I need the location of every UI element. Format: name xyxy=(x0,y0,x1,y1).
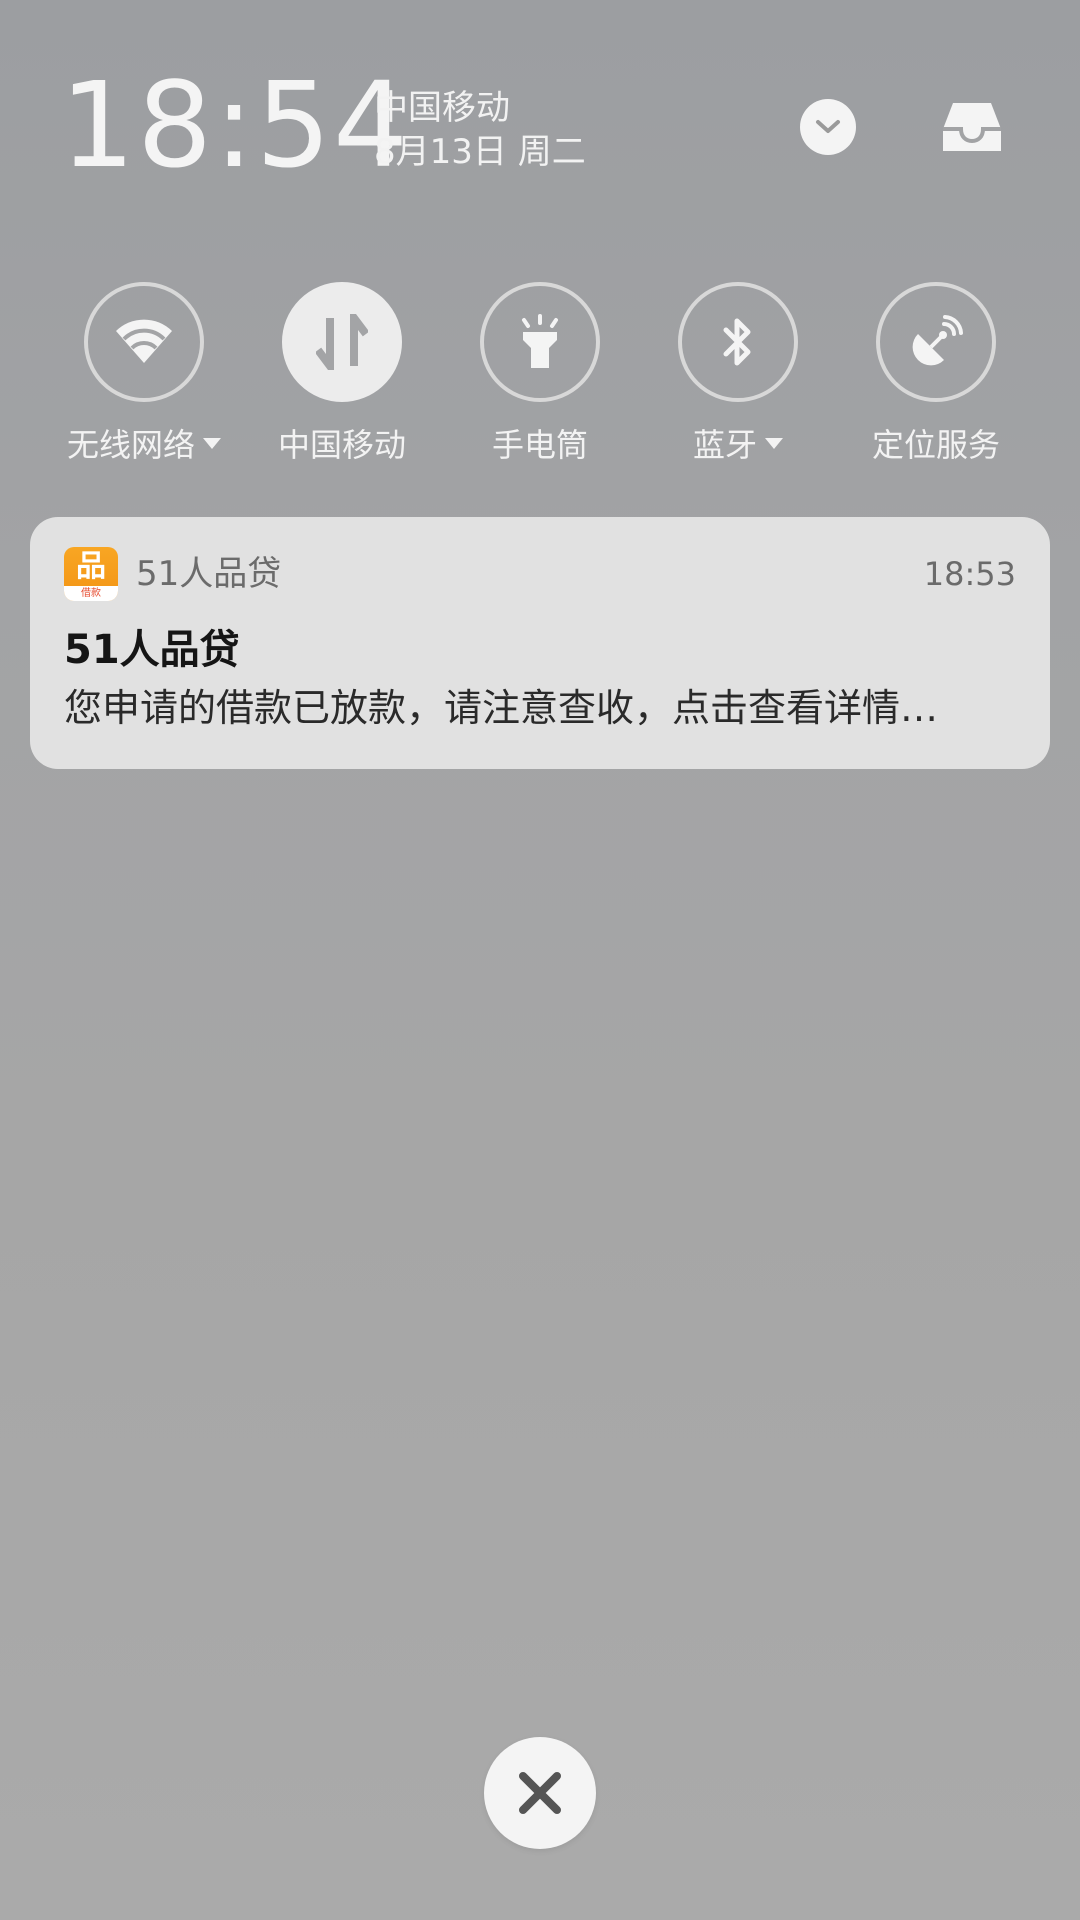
toggle-location-button[interactable] xyxy=(876,282,996,402)
toggle-bluetooth-label: 蓝牙 xyxy=(692,426,757,464)
date-label: 8月13日 周二 xyxy=(374,132,586,172)
wifi-icon xyxy=(116,319,172,363)
toggle-location-label: 定位服务 xyxy=(871,426,1000,464)
toggle-wifi[interactable]: 无线网络 xyxy=(44,282,244,472)
carrier-label: 中国移动 xyxy=(374,88,510,128)
toggle-flashlight-label: 手电筒 xyxy=(491,426,588,464)
location-icon xyxy=(912,315,963,366)
clock: 18:54 xyxy=(60,56,411,194)
chevron-down-icon xyxy=(816,120,840,133)
toggle-mobile-data-label: 中国移动 xyxy=(277,426,406,464)
toggle-wifi-label: 无线网络 xyxy=(66,426,195,464)
notification-app-name: 51人品贷 xyxy=(136,554,282,594)
expand-button[interactable] xyxy=(800,99,856,155)
notification-card[interactable]: 品 借款 51人品贷 18:53 51人品贷 您申请的借款已放款，请注意查收，点… xyxy=(30,517,1050,769)
clear-all-button[interactable] xyxy=(484,1737,596,1849)
dropdown-caret-icon[interactable] xyxy=(765,437,783,449)
notification-body: 您申请的借款已放款，请注意查收，点击查看详情… xyxy=(64,686,939,730)
toggle-location[interactable]: 定位服务 xyxy=(836,282,1036,472)
close-icon xyxy=(519,1772,561,1814)
notification-title: 51人品贷 xyxy=(64,627,240,673)
app-icon-glyph: 品 xyxy=(76,549,106,584)
dropdown-caret-icon[interactable] xyxy=(203,437,221,449)
notification-inbox-button[interactable] xyxy=(938,96,1006,158)
toggle-bluetooth-button[interactable] xyxy=(678,282,798,402)
app-icon: 品 借款 xyxy=(64,547,118,601)
inbox-icon xyxy=(943,103,1001,151)
flashlight-icon xyxy=(522,314,558,368)
mobile-data-icon xyxy=(316,314,368,370)
toggle-flashlight-button[interactable] xyxy=(480,282,600,402)
app-icon-band: 借款 xyxy=(64,586,118,601)
toggle-flashlight[interactable]: 手电筒 xyxy=(440,282,640,472)
bluetooth-icon xyxy=(723,318,751,366)
toggle-mobile-data[interactable]: 中国移动 xyxy=(242,282,442,472)
toggle-mobile-data-button[interactable] xyxy=(282,282,402,402)
notification-time: 18:53 xyxy=(923,555,1016,593)
toggle-wifi-button[interactable] xyxy=(84,282,204,402)
toggle-bluetooth[interactable]: 蓝牙 xyxy=(638,282,838,472)
